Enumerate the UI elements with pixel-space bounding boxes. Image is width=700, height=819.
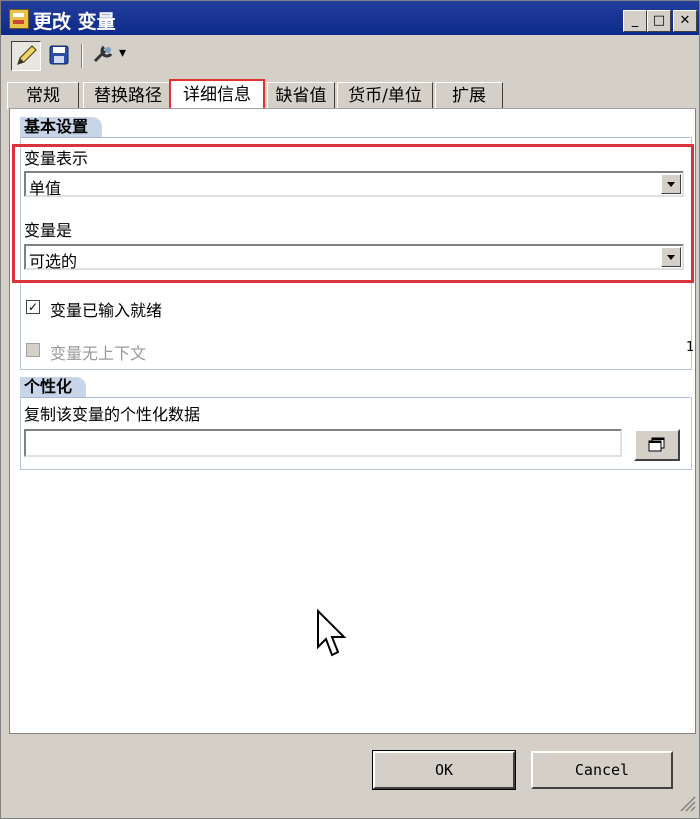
tab-replacement-path[interactable]: 替换路径	[83, 82, 173, 109]
edit-icon[interactable]	[11, 41, 41, 71]
change-variable-dialog: 更改 变量 _ □ ✕ ▾ 常规 替换路径 详细信息 缺省值 货币/单位 扩展 …	[0, 0, 700, 819]
tab-currency-unit[interactable]: 货币/单位	[337, 82, 433, 109]
tab-extended[interactable]: 扩展	[435, 82, 503, 109]
mouse-pointer-icon	[317, 609, 347, 657]
maximize-button[interactable]: □	[647, 10, 671, 32]
save-icon[interactable]	[45, 41, 75, 71]
copy-personalization-label: 复制该变量的个性化数据	[24, 405, 201, 424]
highlight-box	[12, 144, 694, 283]
tab-default-values[interactable]: 缺省值	[267, 82, 335, 109]
no-context-checkbox-label: 变量无上下文	[50, 344, 147, 363]
tools-icon[interactable]: ▾	[89, 41, 133, 71]
tab-strip: 常规 替换路径 详细信息 缺省值 货币/单位 扩展	[7, 79, 697, 113]
ready-checkbox-label: 变量已输入就绪	[50, 301, 163, 320]
personalization-header: 个性化	[20, 377, 87, 397]
details-panel: 基本设置 变量表示 单值 变量是 可选的 ✓ 变量已输入就绪 变量无上下文 1 …	[9, 108, 696, 734]
window-title: 更改 变量	[33, 11, 116, 33]
title-bar[interactable]: 更改 变量 _ □ ✕	[1, 1, 699, 35]
ready-checkbox[interactable]: ✓	[26, 300, 40, 314]
app-icon	[9, 9, 29, 29]
cancel-button[interactable]: Cancel	[531, 751, 673, 789]
copy-personalization-input[interactable]	[24, 429, 622, 457]
resize-grip-icon[interactable]	[677, 793, 697, 813]
copy-window-icon	[648, 437, 665, 452]
toolbar: ▾	[1, 37, 699, 75]
side-marker: 1	[686, 340, 695, 355]
close-button[interactable]: ✕	[673, 10, 697, 32]
chevron-down-icon[interactable]: ▾	[119, 45, 126, 61]
minimize-button[interactable]: _	[623, 10, 647, 32]
browse-button[interactable]	[634, 429, 680, 461]
no-context-checkbox	[26, 343, 40, 357]
toolbar-separator	[81, 44, 83, 68]
ok-button[interactable]: OK	[372, 750, 516, 790]
basic-settings-header: 基本设置	[20, 117, 103, 137]
tab-general[interactable]: 常规	[7, 82, 79, 109]
